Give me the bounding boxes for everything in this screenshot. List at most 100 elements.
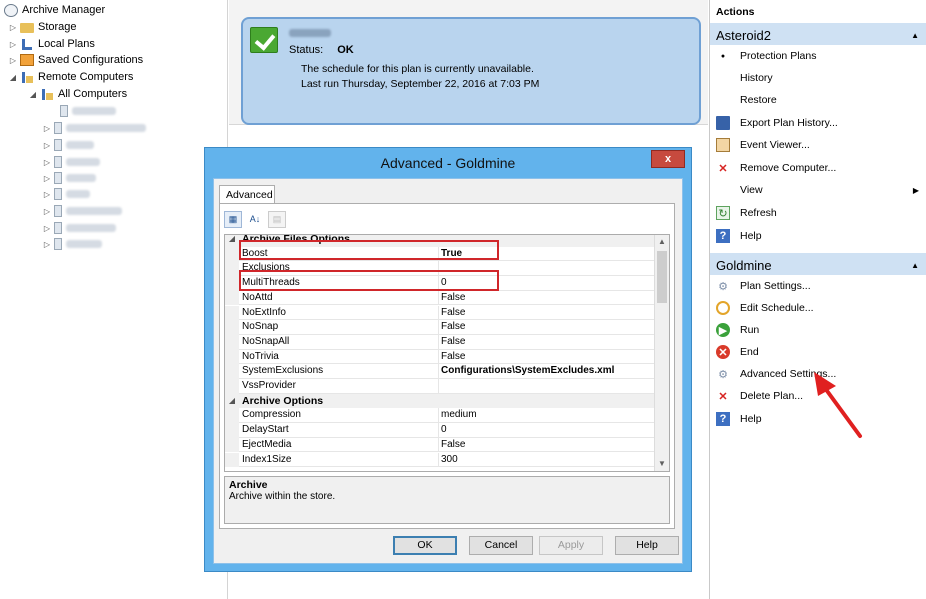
tree-item-computer[interactable]: ▷ xyxy=(42,236,102,252)
expand-arrow-icon[interactable]: ▷ xyxy=(42,240,52,249)
tree-item-computer[interactable]: ▷ xyxy=(42,154,100,170)
tree-item-computer[interactable]: ▷ xyxy=(42,120,146,136)
tree-item-storage[interactable]: ▷ Storage xyxy=(8,19,77,35)
property-row[interactable]: MultiThreads 0 xyxy=(225,276,655,291)
apply-button[interactable]: Apply xyxy=(539,536,603,555)
expand-arrow-icon[interactable]: ▷ xyxy=(8,56,18,65)
collapse-arrow-icon[interactable]: ◢ xyxy=(8,73,18,82)
action-event-viewer[interactable]: Event Viewer... xyxy=(710,135,926,155)
tree-item-computer[interactable]: ▷ xyxy=(42,220,116,236)
property-row[interactable]: Compression medium xyxy=(225,408,655,424)
tree-item-computer[interactable]: ▷ xyxy=(42,170,96,186)
property-value[interactable]: True xyxy=(439,247,655,262)
action-refresh[interactable]: ↻ Refresh xyxy=(710,203,926,223)
action-end[interactable]: ✕ End xyxy=(710,342,926,362)
property-name: Boost xyxy=(239,246,439,262)
tree-item-all-computers[interactable]: ◢ All Computers xyxy=(28,86,127,102)
property-value[interactable]: 300 xyxy=(439,453,655,468)
expand-arrow-icon[interactable]: ▷ xyxy=(42,124,52,133)
plan-card[interactable]: Status: OK The schedule for this plan is … xyxy=(241,17,701,125)
action-edit-schedule[interactable]: Edit Schedule... xyxy=(710,298,926,318)
alphabetical-sort-icon[interactable]: A↓ xyxy=(246,211,264,228)
expand-arrow-icon[interactable]: ▷ xyxy=(8,23,18,32)
tab-advanced[interactable]: Advanced xyxy=(219,185,275,204)
property-value[interactable] xyxy=(439,261,655,277)
expand-arrow-icon[interactable]: ▷ xyxy=(42,158,52,167)
expand-arrow-icon[interactable]: ▷ xyxy=(42,207,52,216)
collapse-arrow-icon[interactable]: ◢ xyxy=(225,235,239,247)
tree-item-remote-computers[interactable]: ◢ Remote Computers xyxy=(8,69,133,85)
action-protection-plans[interactable]: Protection Plans xyxy=(710,46,926,66)
action-run[interactable]: ▶ Run xyxy=(710,320,926,340)
tree-item-computer[interactable]: ▷ xyxy=(42,203,122,219)
collapse-arrow-icon[interactable]: ◢ xyxy=(225,393,239,409)
property-category[interactable]: ◢ Archive Files Options xyxy=(225,235,655,247)
categorized-view-icon[interactable]: ▦ xyxy=(224,210,242,228)
redacted-plan-name xyxy=(289,28,331,40)
property-value[interactable]: False xyxy=(439,350,655,365)
collapse-triangle-icon[interactable]: ▲ xyxy=(911,31,919,40)
scroll-up-icon[interactable]: ▲ xyxy=(655,235,669,249)
action-view[interactable]: View ▶ xyxy=(710,180,926,200)
collapse-arrow-icon[interactable]: ◢ xyxy=(28,90,38,99)
property-value[interactable]: False xyxy=(439,335,655,350)
property-row[interactable]: Index1Size 300 xyxy=(225,452,655,468)
action-help[interactable]: ? Help xyxy=(710,226,926,246)
tree-item-saved-configurations[interactable]: ▷ Saved Configurations xyxy=(8,52,143,68)
expand-arrow-icon[interactable]: ▷ xyxy=(42,224,52,233)
close-button[interactable]: x xyxy=(651,150,685,168)
tree-item-computer[interactable]: ▷ xyxy=(42,186,90,202)
cancel-button[interactable]: Cancel xyxy=(469,536,533,555)
property-value[interactable]: False xyxy=(439,438,655,453)
scroll-thumb[interactable] xyxy=(657,251,667,303)
property-row[interactable]: SystemExclusions Configurations\SystemExc… xyxy=(225,364,655,379)
action-remove-computer[interactable]: ✕ Remove Computer... xyxy=(710,158,926,178)
property-row[interactable]: NoAttd False xyxy=(225,290,655,306)
property-value[interactable]: medium xyxy=(439,408,655,424)
property-value[interactable]: False xyxy=(439,291,655,306)
property-value[interactable]: 0 xyxy=(439,423,655,438)
run-icon: ▶ xyxy=(716,323,730,337)
property-value[interactable] xyxy=(439,379,655,394)
property-value[interactable]: 0 xyxy=(439,276,655,291)
action-plan-settings[interactable]: ⚙ Plan Settings... xyxy=(710,276,926,296)
property-row[interactable]: Exclusions xyxy=(225,261,655,277)
expand-arrow-icon[interactable]: ▷ xyxy=(42,190,52,199)
vertical-scrollbar[interactable]: ▲ ▼ xyxy=(654,235,669,471)
help-button[interactable]: Help xyxy=(615,536,679,555)
navigation-tree: Archive Manager ▷ Storage ▷ Local Plans … xyxy=(0,0,228,599)
action-history[interactable]: History xyxy=(710,68,926,88)
property-pages-icon[interactable]: ▤ xyxy=(268,210,286,228)
scroll-down-icon[interactable]: ▼ xyxy=(655,457,669,471)
property-row[interactable]: EjectMedia False xyxy=(225,437,655,453)
actions-section-asteroid2[interactable]: Asteroid2 ▲ xyxy=(710,23,926,45)
collapse-triangle-icon[interactable]: ▲ xyxy=(911,261,919,270)
expand-arrow-icon[interactable]: ▷ xyxy=(42,174,52,183)
property-row[interactable]: VssProvider xyxy=(225,379,655,394)
tree-item-computer[interactable]: ▷ xyxy=(42,137,94,153)
action-label: End xyxy=(740,346,759,358)
expand-arrow-icon[interactable]: ▷ xyxy=(8,40,18,49)
property-name: SystemExclusions xyxy=(239,364,439,379)
property-row[interactable]: NoExtInfo False xyxy=(225,305,655,321)
property-row[interactable]: NoSnapAll False xyxy=(225,334,655,350)
action-restore[interactable]: Restore xyxy=(710,90,926,110)
property-row[interactable]: Boost True xyxy=(225,246,655,262)
property-value[interactable]: Configurations\SystemExcludes.xml xyxy=(439,364,655,379)
property-value[interactable]: False xyxy=(439,306,655,321)
last-run-message: Last run Thursday, September 22, 2016 at… xyxy=(301,78,540,90)
redacted-computer-name xyxy=(66,174,96,182)
action-label: Export Plan History... xyxy=(740,117,838,129)
property-category[interactable]: ◢ Archive Options xyxy=(225,393,655,409)
property-value[interactable]: False xyxy=(439,320,655,335)
tree-item-computer[interactable] xyxy=(58,103,116,119)
property-row[interactable]: DelayStart 0 xyxy=(225,423,655,438)
tree-item-local-plans[interactable]: ▷ Local Plans xyxy=(8,36,95,52)
action-export-plan-history[interactable]: Export Plan History... xyxy=(710,113,926,133)
actions-section-goldmine[interactable]: Goldmine ▲ xyxy=(710,253,926,275)
ok-button[interactable]: OK xyxy=(393,536,457,555)
expand-arrow-icon[interactable]: ▷ xyxy=(42,141,52,150)
tree-root-archive-manager[interactable]: Archive Manager xyxy=(2,2,105,18)
property-row[interactable]: NoTrivia False xyxy=(225,349,655,365)
property-row[interactable]: NoSnap False xyxy=(225,320,655,335)
